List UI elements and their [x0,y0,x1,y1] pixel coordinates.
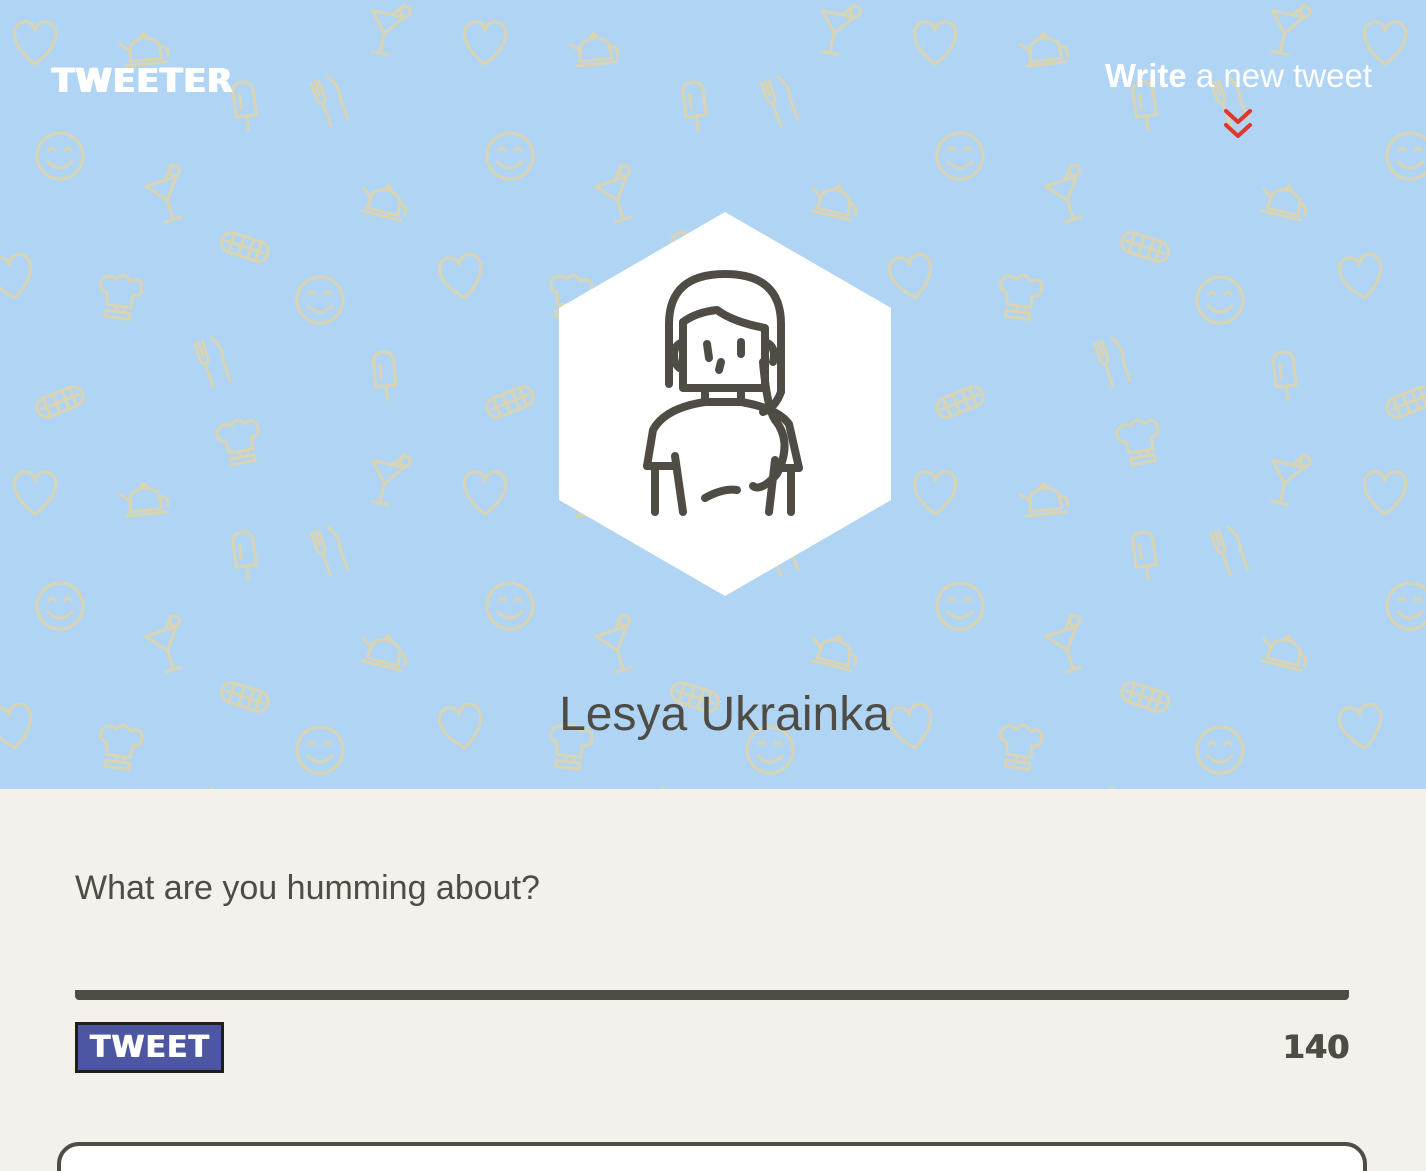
write-new-tweet-link[interactable]: Write a new tweet [1104,57,1372,142]
tweet-text-input[interactable] [75,910,1349,1001]
profile-name: Lesya Ukrainka [559,688,890,741]
write-new-tweet-rest: a new tweet [1186,57,1372,94]
write-new-tweet-strong: Write [1104,57,1187,94]
new-tweet-composer: What are you humming about? TWEET 140 [75,866,1349,1074]
composer-footer: TWEET 140 [75,1022,1349,1074]
character-counter: 140 [1282,1028,1349,1067]
profile-header: TWEETER Write a new tweet Lesya Ukrainka [0,0,1426,789]
tweet-prompt-label: What are you humming about? [75,869,540,907]
tweet-button[interactable]: TWEET [75,1022,224,1074]
app-logo[interactable]: TWEETER [52,64,233,97]
tweet-card [57,1142,1367,1171]
write-new-tweet-label: Write a new tweet [1104,57,1372,94]
double-chevron-down-icon[interactable] [1223,108,1253,142]
woman-avatar-icon [559,212,891,596]
